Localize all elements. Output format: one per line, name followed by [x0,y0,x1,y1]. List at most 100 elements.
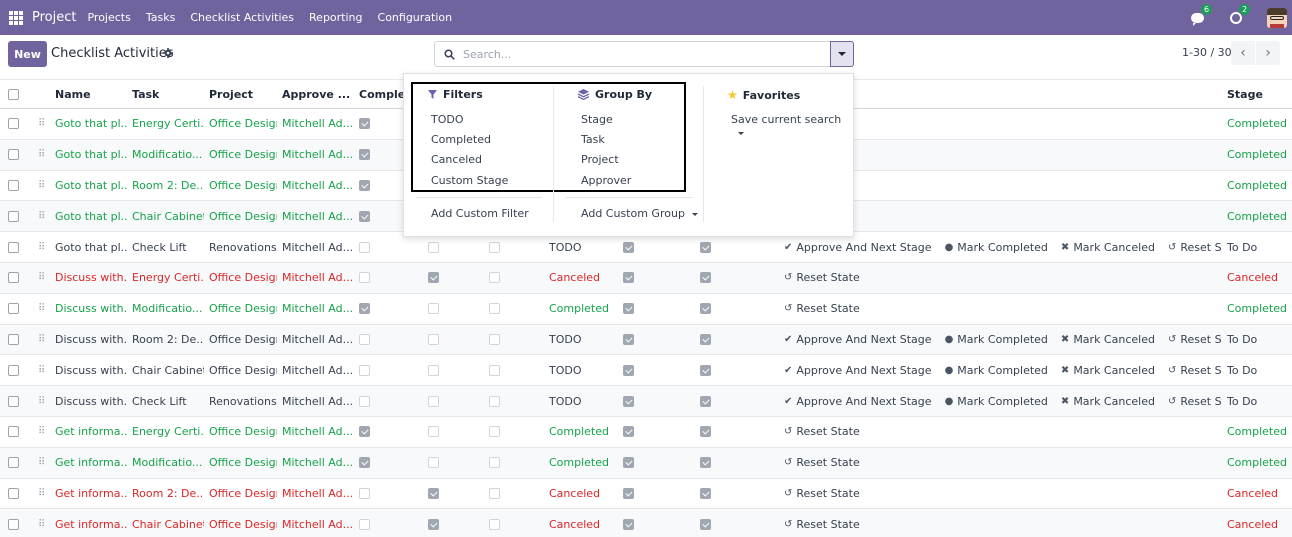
app-brand[interactable]: Project [32,10,76,25]
reset-state-button[interactable]: ↺Reset State [1168,364,1222,377]
col-approver[interactable]: Approve ... [282,80,352,108]
table-row[interactable]: ⠿ Discuss with... Chair Cabinet Office Desi… [0,355,1292,387]
flag-checkbox[interactable] [623,509,635,537]
cell-name[interactable]: Get informa... [55,479,127,509]
flag-checkbox[interactable] [489,479,501,509]
flag-checkbox[interactable] [623,479,635,509]
flag-checkbox[interactable] [700,479,712,509]
table-row[interactable]: ⠿ Get informa... Modificatio... Office Desi… [0,447,1292,479]
cell-name[interactable]: Goto that pl... [55,109,127,139]
flag-checkbox[interactable] [489,263,501,293]
cell-name[interactable]: Get informa... [55,448,127,478]
flag-checkbox[interactable] [428,448,440,478]
flag-checkbox[interactable] [700,386,712,416]
menu-reporting[interactable]: Reporting [309,11,362,24]
col-stage[interactable]: Stage [1227,80,1287,108]
cell-stage[interactable]: Completed [1227,201,1287,231]
flag-checkbox[interactable] [489,325,501,355]
complete-checkbox[interactable] [359,109,403,139]
cell-name[interactable]: Goto that pl... [55,232,127,262]
row-select-checkbox[interactable] [8,417,20,447]
complete-checkbox[interactable] [359,201,403,231]
drag-handle-icon[interactable]: ⠿ [38,479,48,509]
complete-checkbox[interactable] [359,325,403,355]
cell-name[interactable]: Discuss with... [55,386,127,416]
cell-approver[interactable]: Mitchell Ad... [282,263,352,293]
select-all-checkbox[interactable] [8,80,20,108]
cell-project[interactable]: Renovations [209,386,277,416]
flag-checkbox[interactable] [489,509,501,537]
cell-stage[interactable]: To Do [1227,325,1287,355]
flag-checkbox[interactable] [700,417,712,447]
complete-checkbox[interactable] [359,355,403,385]
cell-stage[interactable]: Canceled [1227,509,1287,537]
mark-completed-button[interactable]: ● Mark Completed [945,241,1048,254]
cell-task[interactable]: Check Lift [132,386,204,416]
flag-checkbox[interactable] [489,417,501,447]
cell-stage[interactable]: Completed [1227,294,1287,324]
cell-project[interactable]: Office Design [209,479,277,509]
menu-projects[interactable]: Projects [87,11,130,24]
col-project[interactable]: Project [209,80,277,108]
pager-value[interactable]: 1-30 / 30 [1182,46,1232,59]
cell-approver[interactable]: Mitchell Ad... [282,171,352,201]
cell-project[interactable]: Renovations [209,232,277,262]
mark-canceled-button[interactable]: ✖ Mark Canceled [1061,395,1155,408]
flag-checkbox[interactable] [623,417,635,447]
flag-checkbox[interactable] [623,386,635,416]
approve-next-stage-button[interactable]: ✔ Approve And Next Stage [784,333,932,346]
table-row[interactable]: ⠿ Get informa... Energy Certi... Office Des… [0,416,1292,448]
drag-handle-icon[interactable]: ⠿ [38,386,48,416]
flag-checkbox[interactable] [428,294,440,324]
row-select-checkbox[interactable] [8,386,20,416]
mark-completed-button[interactable]: ● Mark Completed [945,333,1048,346]
menu-checklist-activities[interactable]: Checklist Activities [190,11,294,24]
user-avatar[interactable] [1267,7,1287,28]
cell-approver[interactable]: Mitchell Ad... [282,386,352,416]
complete-checkbox[interactable] [359,232,403,262]
drag-handle-icon[interactable]: ⠿ [38,448,48,478]
messages-icon[interactable]: 6 [1191,3,1213,26]
row-select-checkbox[interactable] [8,294,20,324]
cell-name[interactable]: Discuss with... [55,294,127,324]
flag-checkbox[interactable] [489,355,501,385]
cell-approver[interactable]: Mitchell Ad... [282,325,352,355]
flag-checkbox[interactable] [700,355,712,385]
flag-checkbox[interactable] [428,386,440,416]
activities-clock-icon[interactable]: 2 [1229,3,1251,26]
cell-project[interactable]: Office Design [209,355,277,385]
row-select-checkbox[interactable] [8,109,20,139]
row-select-checkbox[interactable] [8,325,20,355]
flag-checkbox[interactable] [428,417,440,447]
cell-approver[interactable]: Mitchell Ad... [282,232,352,262]
reset-state-button[interactable]: ↺Reset State [784,487,860,500]
cell-name[interactable]: Get informa... [55,509,127,537]
drag-handle-icon[interactable]: ⠿ [38,325,48,355]
row-select-checkbox[interactable] [8,171,20,201]
col-complete[interactable]: Complete [359,80,403,108]
complete-checkbox[interactable] [359,448,403,478]
table-row[interactable]: ⠿ Discuss with... Energy Certi... Office De… [0,262,1292,294]
cell-approver[interactable]: Mitchell Ad... [282,109,352,139]
cell-stage[interactable]: Completed [1227,448,1287,478]
row-select-checkbox[interactable] [8,232,20,262]
table-row[interactable]: ⠿ Discuss with... Room 2: De... Office Desi… [0,324,1292,356]
complete-checkbox[interactable] [359,294,403,324]
groupby-stage[interactable]: Stage [581,113,613,126]
cell-project[interactable]: Office Design [209,294,277,324]
reset-state-button[interactable]: ↺Reset State [784,425,860,438]
row-select-checkbox[interactable] [8,509,20,537]
cell-stage[interactable]: Completed [1227,109,1287,139]
drag-handle-icon[interactable]: ⠿ [38,355,48,385]
flag-checkbox[interactable] [700,325,712,355]
groupby-project[interactable]: Project [581,153,619,166]
col-name[interactable]: Name [55,80,127,108]
cell-stage[interactable]: Canceled [1227,479,1287,509]
row-select-checkbox[interactable] [8,448,20,478]
menu-tasks[interactable]: Tasks [146,11,175,24]
cell-task[interactable]: Energy Certi... [132,109,204,139]
cell-approver[interactable]: Mitchell Ad... [282,417,352,447]
flag-checkbox[interactable] [623,355,635,385]
drag-handle-icon[interactable]: ⠿ [38,140,48,170]
cell-stage[interactable]: To Do [1227,232,1287,262]
